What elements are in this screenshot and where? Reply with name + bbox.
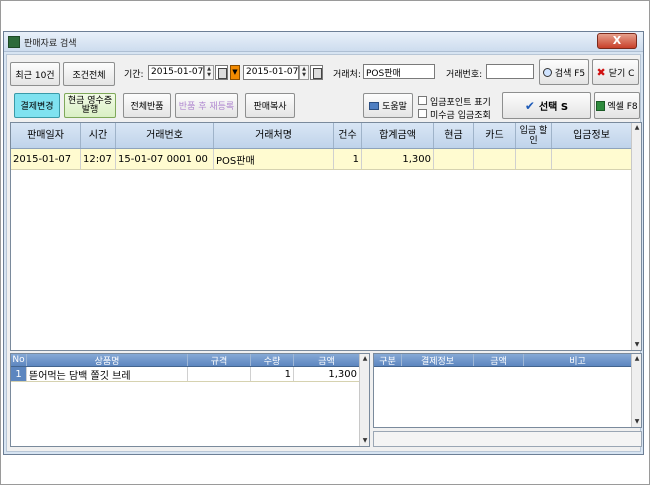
col-txn-number[interactable]: 거래번호 <box>116 123 214 148</box>
col-spec[interactable]: 규격 <box>188 354 251 367</box>
scroll-down-icon[interactable]: ▼ <box>632 417 641 427</box>
col-card[interactable]: 카드 <box>474 123 516 148</box>
excel-button-label: 엑셀 F8 <box>607 102 638 112</box>
checkmark-icon: ✔ <box>524 98 535 113</box>
col-cash[interactable]: 현금 <box>434 123 474 148</box>
col-remarks[interactable]: 비고 <box>524 354 631 367</box>
txn-number-input[interactable] <box>486 64 534 79</box>
search-button[interactable]: 검색 F5 <box>539 59 589 85</box>
scroll-down-icon[interactable]: ▼ <box>632 340 641 350</box>
scroll-up-icon[interactable]: ▲ <box>632 123 641 133</box>
col-client-name[interactable]: 거래처명 <box>214 123 334 148</box>
cell-spec <box>188 367 251 381</box>
unpaid-deposit-label: 미수금 입금조회 <box>430 111 491 121</box>
date-from-spinner[interactable]: ▲ ▼ <box>204 65 214 80</box>
cash-receipt-button[interactable]: 현금 영수증 발행 <box>64 93 116 118</box>
col-quantity[interactable]: 수량 <box>251 354 294 367</box>
cell-cash <box>434 149 474 169</box>
col-category[interactable]: 구분 <box>374 354 402 367</box>
cell-client-name: POS판매 <box>214 149 334 169</box>
title-bar: 판매자료 검색 X <box>4 32 643 52</box>
col-payment-amount[interactable]: 금액 <box>474 354 524 367</box>
close-button[interactable]: ✖ 닫기 C <box>592 59 639 85</box>
txn-number-label: 거래번호: <box>446 70 483 80</box>
all-conditions-button[interactable]: 조건전체 <box>63 62 115 86</box>
window-title: 판매자료 검색 <box>24 39 77 49</box>
col-product-name[interactable]: 상품명 <box>27 354 188 367</box>
items-table-header: No 상품명 규격 수량 금액 <box>11 354 359 367</box>
col-total-amount[interactable]: 합계금액 <box>362 123 434 148</box>
excel-button[interactable]: 엑셀 F8 <box>594 92 640 119</box>
window-client-area: 최근 10건 조건전체 기간: 2015-01-07 ▲ ▼ ▼ 2015-01-… <box>6 54 642 452</box>
date-from-input[interactable]: 2015-01-07 <box>148 65 204 80</box>
deposit-point-label: 입금포인트 표기 <box>430 98 491 108</box>
payment-table-scrollbar[interactable]: ▲ ▼ <box>631 354 641 427</box>
date-to-calendar-icon[interactable] <box>310 65 323 80</box>
cell-product-name: 뜯어먹는 담백 쫄깃 브레 <box>27 367 188 381</box>
payment-table-header: 구분 결제정보 금액 비고 <box>374 354 631 367</box>
col-count[interactable]: 건수 <box>334 123 362 148</box>
sales-table-header: 판매일자 시간 거래번호 거래처명 건수 합계금액 현금 카드 입금 할인 입금… <box>11 123 631 149</box>
cell-deposit-discount <box>516 149 552 169</box>
cell-total-amount: 1,300 <box>362 149 434 169</box>
col-amount[interactable]: 금액 <box>294 354 359 367</box>
col-time[interactable]: 시간 <box>81 123 116 148</box>
client-input[interactable]: POS판매 <box>363 64 435 79</box>
unpaid-deposit-checkbox[interactable] <box>418 109 427 118</box>
select-button-label: 선택 S <box>538 102 569 113</box>
cell-count: 1 <box>334 149 362 169</box>
search-button-label: 검색 F5 <box>554 68 586 79</box>
scroll-up-icon[interactable]: ▲ <box>360 354 369 364</box>
close-x-icon: ✖ <box>596 65 606 79</box>
col-no[interactable]: No <box>11 354 27 366</box>
excel-icon <box>596 100 606 111</box>
col-payment-info[interactable]: 결제정보 <box>402 354 474 367</box>
payment-summary-bar <box>373 431 642 447</box>
cell-sale-date: 2015-01-07 <box>11 149 81 169</box>
select-button[interactable]: ✔ 선택 S <box>502 92 591 119</box>
scroll-up-icon[interactable]: ▲ <box>632 354 641 364</box>
app-icon <box>8 36 20 48</box>
date-to-spinner[interactable]: ▲ ▼ <box>299 65 309 80</box>
change-payment-button[interactable]: 결제변경 <box>14 93 60 118</box>
scroll-down-icon[interactable]: ▼ <box>360 436 369 446</box>
col-deposit-discount[interactable]: 입금 할인 <box>516 123 552 148</box>
help-button[interactable]: 도움말 <box>363 93 413 118</box>
search-icon <box>542 67 552 77</box>
copy-sale-button[interactable]: 판매복사 <box>245 93 295 118</box>
items-table: No 상품명 규격 수량 금액 1 뜯어먹는 담백 쫄깃 브레 1 1,300 … <box>10 353 370 447</box>
items-table-scrollbar[interactable]: ▲ ▼ <box>359 354 369 446</box>
deposit-point-checkbox[interactable] <box>418 96 427 105</box>
help-button-label: 도움말 <box>382 102 407 112</box>
sales-table-scrollbar[interactable]: ▲ ▼ <box>631 123 641 350</box>
date-from-calendar-icon[interactable] <box>215 65 228 80</box>
cell-card <box>474 149 516 169</box>
sales-table: 판매일자 시간 거래번호 거래처명 건수 합계금액 현금 카드 입금 할인 입금… <box>10 122 642 351</box>
recent-10-button[interactable]: 최근 10건 <box>10 62 60 86</box>
col-sale-date[interactable]: 판매일자 <box>11 123 81 148</box>
table-row[interactable]: 1 뜯어먹는 담백 쫄깃 브레 1 1,300 <box>11 367 359 382</box>
return-all-button[interactable]: 전체반품 <box>123 93 171 118</box>
cell-quantity: 1 <box>251 367 294 381</box>
close-button-label: 닫기 C <box>608 68 635 79</box>
col-deposit-info[interactable]: 입금정보 <box>552 123 631 148</box>
cell-txn-number: 15-01-07 0001 00 <box>116 149 214 169</box>
date-to-input[interactable]: 2015-01-07 <box>243 65 299 80</box>
return-reregister-button[interactable]: 반품 후 재등록 <box>175 93 238 118</box>
cell-deposit-info <box>552 149 631 169</box>
cell-time: 12:07 <box>81 149 116 169</box>
period-label: 기간: <box>124 70 144 80</box>
date-range-dropdown-icon[interactable]: ▼ <box>230 65 240 80</box>
window-close-button[interactable]: X <box>597 33 637 49</box>
cash-receipt-label-2: 발행 <box>81 104 99 115</box>
search-window: 판매자료 검색 X 최근 10건 조건전체 기간: 2015-01-07 ▲ ▼ … <box>3 31 644 455</box>
cell-amount: 1,300 <box>328 368 357 380</box>
table-row[interactable]: 2015-01-07 12:07 15-01-07 0001 00 POS판매 … <box>11 149 631 170</box>
client-label: 거래처: <box>333 70 361 80</box>
book-icon <box>369 101 380 110</box>
cell-no: 1 <box>11 367 27 381</box>
payment-table: 구분 결제정보 금액 비고 ▲ ▼ <box>373 353 642 428</box>
